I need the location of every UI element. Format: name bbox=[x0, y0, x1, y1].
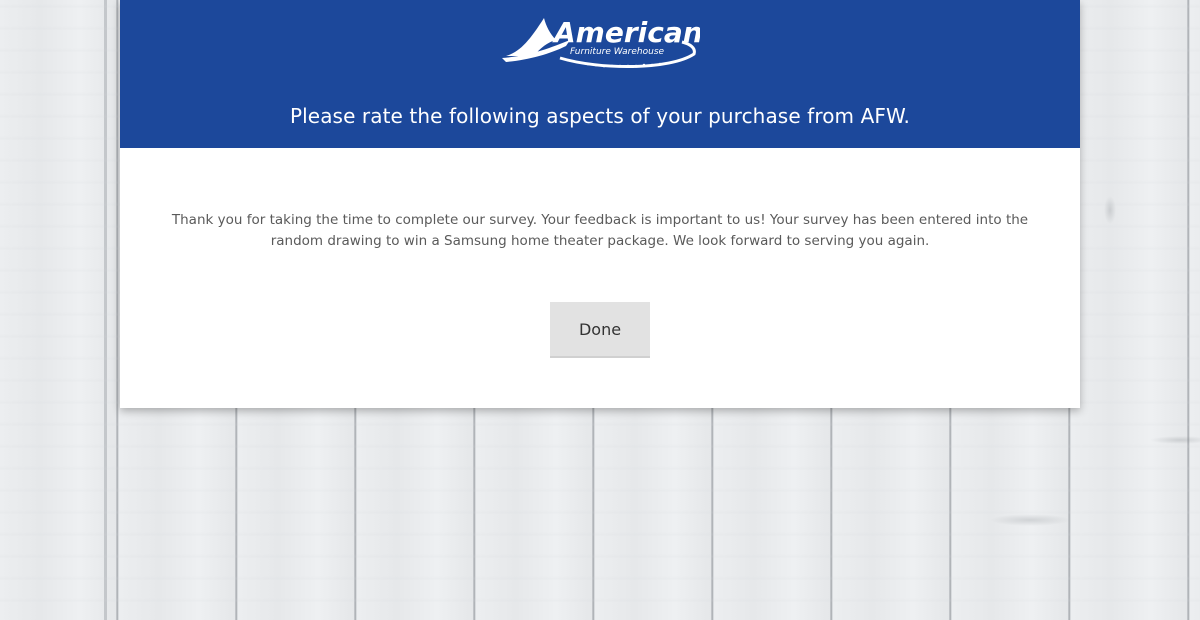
american-furniture-warehouse-logo: American Furniture Warehouse bbox=[502, 16, 700, 68]
thank-you-message: Thank you for taking the time to complet… bbox=[171, 212, 1029, 249]
card-header: American Furniture Warehouse Please rate… bbox=[120, 0, 1080, 148]
logo-sub-text: Furniture Warehouse bbox=[570, 47, 665, 57]
logo-main-text: American bbox=[552, 16, 700, 49]
header-title: Please rate the following aspects of you… bbox=[289, 104, 911, 128]
survey-card: American Furniture Warehouse Please rate… bbox=[120, 0, 1080, 408]
done-button[interactable]: Done bbox=[550, 302, 650, 358]
